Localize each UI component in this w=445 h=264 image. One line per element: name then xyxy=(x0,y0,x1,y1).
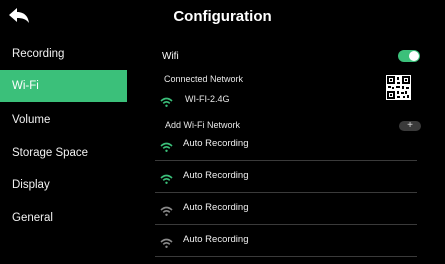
wifi-signal-icon xyxy=(160,94,173,112)
network-list-item[interactable]: Auto Recording xyxy=(155,129,417,161)
connected-network-ssid: WI-FI-2.4G xyxy=(185,94,230,104)
wifi-label: Wifi xyxy=(162,51,179,62)
sidebar-item-label: Recording xyxy=(12,48,65,60)
wifi-settings-panel: Wifi Connected Network WI-FI-2.4G Add Wi… xyxy=(155,38,445,264)
network-list-item[interactable]: Auto Recording xyxy=(155,193,417,225)
sidebar-item-label: Storage Space xyxy=(12,147,89,159)
toggle-knob xyxy=(409,51,419,61)
network-name: Auto Recording xyxy=(183,202,249,213)
sidebar-item-label: Display xyxy=(12,179,50,191)
wifi-signal-icon xyxy=(160,203,173,216)
wifi-signal-icon xyxy=(160,235,173,248)
page-title: Configuration xyxy=(173,8,272,25)
sidebar-item-general[interactable]: General xyxy=(0,202,127,234)
wifi-signal-icon xyxy=(160,171,173,184)
sidebar-item-label: General xyxy=(12,212,53,224)
sidebar-item-storage-space[interactable]: Storage Space xyxy=(0,137,127,169)
network-list-item[interactable]: Auto Recording xyxy=(155,225,417,257)
sidebar-item-label: Volume xyxy=(12,114,51,126)
sidebar: Recording Wi-Fi Volume Storage Space Dis… xyxy=(0,38,127,264)
connected-network-label: Connected Network xyxy=(164,74,244,84)
qr-code-icon[interactable] xyxy=(386,75,411,100)
sidebar-item-wifi[interactable]: Wi-Fi xyxy=(0,70,127,102)
wifi-signal-icon xyxy=(160,139,173,152)
sidebar-item-recording[interactable]: Recording xyxy=(0,38,127,70)
sidebar-item-label: Wi-Fi xyxy=(12,80,39,92)
network-list-item[interactable]: Auto Recording xyxy=(155,161,417,193)
wifi-toggle[interactable] xyxy=(398,50,420,62)
network-name: Auto Recording xyxy=(183,138,249,149)
network-name: Auto Recording xyxy=(183,170,249,181)
sidebar-item-display[interactable]: Display xyxy=(0,169,127,201)
sidebar-item-volume[interactable]: Volume xyxy=(0,104,127,136)
network-name: Auto Recording xyxy=(183,234,249,245)
configuration-screen: Configuration Recording Wi-Fi Volume Sto… xyxy=(0,0,445,264)
